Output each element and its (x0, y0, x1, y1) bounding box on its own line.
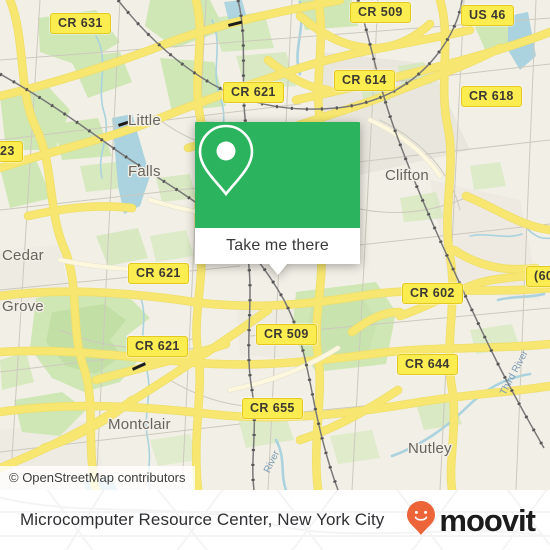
moovit-logo[interactable]: moovit (406, 490, 536, 550)
road-shield-cr-621-top[interactable]: CR 621 (223, 82, 284, 103)
moovit-wordmark: moovit (439, 502, 536, 538)
popup-header (195, 122, 360, 228)
road-shield-cr-602[interactable]: CR 602 (402, 283, 463, 304)
road-shield-cr-621-mid[interactable]: CR 621 (128, 263, 189, 284)
map-attribution[interactable]: © OpenStreetMap contributors (0, 466, 195, 490)
road-shield-cr-509-mid[interactable]: CR 509 (256, 324, 317, 345)
road-shield-23[interactable]: 23 (0, 141, 23, 162)
popup-tail (268, 264, 287, 275)
road-shield-cr-621-low[interactable]: CR 621 (127, 336, 188, 357)
road-shield-cr-655[interactable]: CR 655 (242, 398, 303, 419)
popup-footer[interactable]: Take me there (195, 228, 360, 275)
road-shield-cr-631[interactable]: CR 631 (50, 13, 111, 34)
road-shield-cr-509[interactable]: CR 509 (350, 2, 411, 23)
map-screenshot: .park{fill:#cfe7b5} .parkdark{fill:#c2e0… (0, 0, 550, 550)
footer-bar: Microcomputer Resource Center, New York … (0, 490, 550, 550)
moovit-pin-icon (406, 500, 436, 541)
road-shield-cr-608[interactable]: (608 (526, 266, 550, 287)
road-shield-cr-618[interactable]: CR 618 (461, 86, 522, 107)
page-title: Microcomputer Resource Center, New York … (20, 510, 385, 529)
location-popup[interactable]: Take me there (195, 122, 360, 275)
map-canvas[interactable]: .park{fill:#cfe7b5} .parkdark{fill:#c2e0… (0, 0, 550, 490)
road-shield-cr-614[interactable]: CR 614 (334, 70, 395, 91)
road-shield-us-46[interactable]: US 46 (461, 5, 514, 26)
take-me-there-label: Take me there (226, 237, 329, 254)
road-shield-cr-644[interactable]: CR 644 (397, 354, 458, 375)
